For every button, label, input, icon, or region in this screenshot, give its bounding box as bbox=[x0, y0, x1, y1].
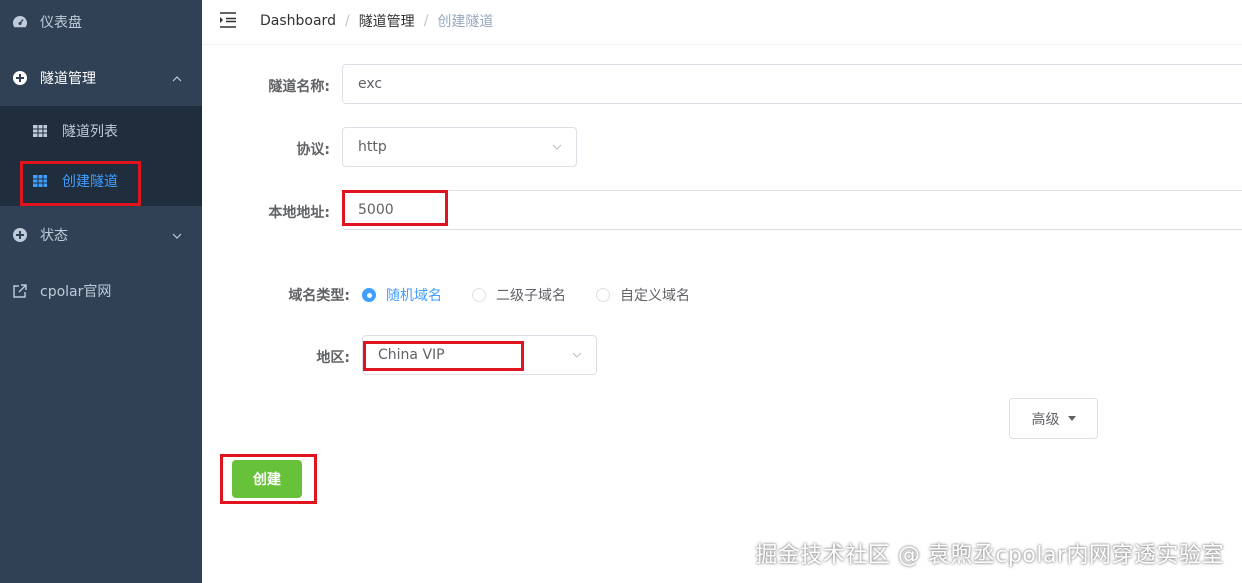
domain-type-label: 域名类型: bbox=[288, 288, 350, 304]
radio-custom-domain[interactable]: 自定义域名 bbox=[596, 285, 690, 305]
local-address-value: 5000 bbox=[358, 202, 394, 218]
chevron-down-icon bbox=[170, 229, 184, 243]
tunnel-name-label: 隧道名称: bbox=[268, 79, 330, 95]
sidebar-item-label: 仪表盘 bbox=[40, 15, 82, 31]
hamburger-icon[interactable] bbox=[218, 10, 238, 30]
tunnel-name-value: exc bbox=[358, 76, 383, 92]
radio-random-domain[interactable]: 随机域名 bbox=[362, 285, 442, 305]
sidebar-item-tunnel-list[interactable]: 隧道列表 bbox=[0, 106, 202, 156]
sidebar-item-label: 隧道管理 bbox=[40, 71, 96, 87]
table-grid-icon bbox=[32, 173, 48, 189]
chevron-down-icon bbox=[550, 140, 564, 154]
chevron-down-icon bbox=[570, 348, 584, 362]
breadcrumb: Dashboard / 隧道管理 / 创建隧道 bbox=[260, 11, 494, 31]
protocol-label: 协议: bbox=[296, 142, 330, 158]
region-value: China VIP bbox=[378, 347, 445, 363]
radio-subdomain[interactable]: 二级子域名 bbox=[472, 285, 566, 305]
sidebar-item-label: 创建隧道 bbox=[62, 174, 118, 190]
sidebar-item-label: cpolar官网 bbox=[40, 284, 112, 300]
sidebar-item-tunnel-mgmt[interactable]: 隧道管理 bbox=[0, 50, 202, 106]
breadcrumb-create-tunnel: 创建隧道 bbox=[437, 14, 494, 30]
external-link-icon bbox=[12, 283, 28, 299]
sidebar-item-label: 状态 bbox=[40, 228, 68, 244]
region-select[interactable]: China VIP bbox=[362, 335, 597, 375]
sidebar-item-create-tunnel[interactable]: 创建隧道 bbox=[0, 156, 202, 206]
local-address-label: 本地地址: bbox=[268, 205, 330, 221]
chevron-up-icon bbox=[170, 72, 184, 86]
tunnel-submenu: 隧道列表 创建隧道 bbox=[0, 106, 202, 206]
dashboard-icon bbox=[12, 14, 28, 30]
breadcrumb-tunnel-mgmt[interactable]: 隧道管理 bbox=[359, 11, 415, 31]
caret-down-icon bbox=[1067, 416, 1076, 421]
watermark: 掘金技术社区 @ 袁煦丞cpolar内网穿透实验室 bbox=[755, 543, 1224, 568]
top-navbar: Dashboard / 隧道管理 / 创建隧道 bbox=[202, 0, 1242, 45]
sidebar-item-cpolar-site[interactable]: cpolar官网 bbox=[0, 263, 202, 319]
sidebar-item-status[interactable]: 状态 bbox=[0, 207, 202, 263]
breadcrumb-dashboard[interactable]: Dashboard bbox=[260, 13, 336, 29]
local-address-input[interactable]: 5000 bbox=[342, 190, 1242, 230]
sidebar-item-dashboard[interactable]: 仪表盘 bbox=[0, 0, 202, 50]
table-grid-icon bbox=[32, 123, 48, 139]
create-button[interactable]: 创建 bbox=[232, 460, 302, 498]
tunnel-name-input[interactable]: exc bbox=[342, 64, 1242, 104]
protocol-value: http bbox=[358, 139, 387, 155]
sidebar: 仪表盘 隧道管理 隧道列表 创建隧道 状态 cpolar官网 bbox=[0, 0, 202, 583]
region-label: 地区: bbox=[316, 350, 350, 366]
plus-circle-icon bbox=[12, 70, 28, 86]
plus-circle-icon bbox=[12, 227, 28, 243]
protocol-select[interactable]: http bbox=[342, 127, 577, 167]
advanced-button[interactable]: 高级 bbox=[1009, 398, 1098, 439]
sidebar-item-label: 隧道列表 bbox=[62, 124, 118, 140]
